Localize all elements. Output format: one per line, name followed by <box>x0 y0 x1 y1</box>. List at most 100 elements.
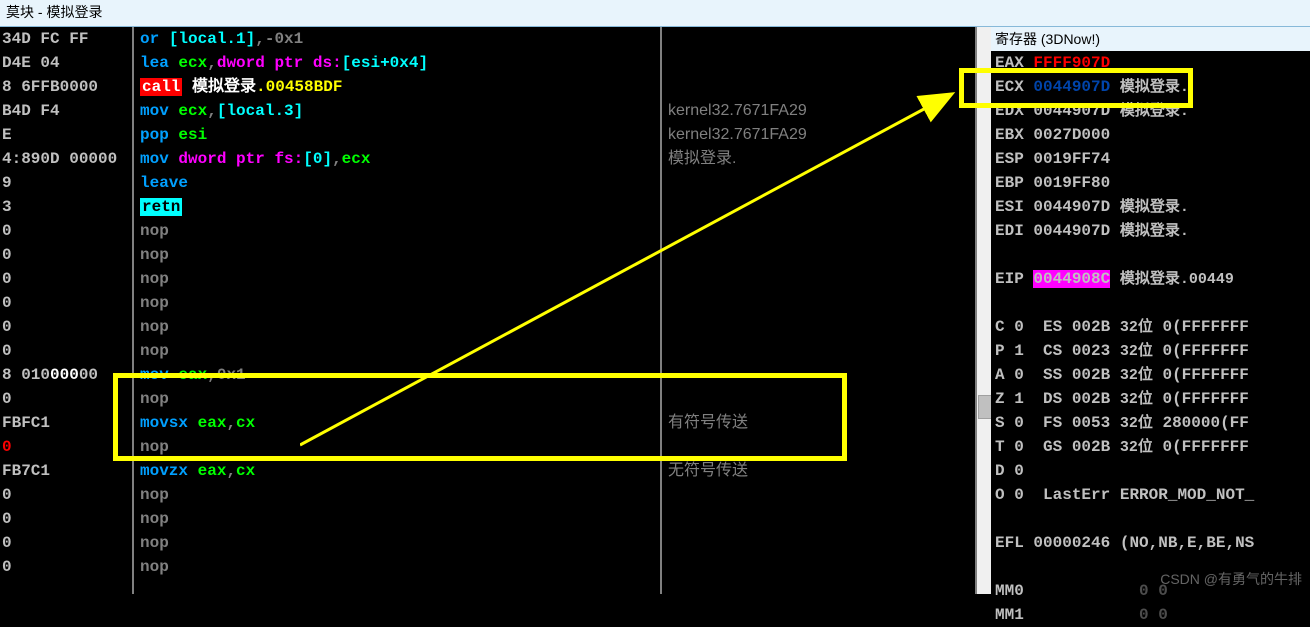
bytes-cell: 0 <box>2 243 132 267</box>
comment-cell <box>668 195 975 219</box>
reg-mm1[interactable]: MM1 0 0 <box>995 603 1310 627</box>
reg-eip[interactable]: EIP 0044908C 模拟登录.00449 <box>995 267 1310 291</box>
asm-cell[interactable]: movsx eax,cx <box>140 411 660 435</box>
reg-edx[interactable]: EDX 0044907D 模拟登录. <box>995 99 1310 123</box>
reg-edi[interactable]: EDI 0044907D 模拟登录. <box>995 219 1310 243</box>
asm-cell[interactable]: pop esi <box>140 123 660 147</box>
reg-line[interactable] <box>995 291 1310 315</box>
bytes-cell: E <box>2 123 132 147</box>
bytes-cell: D4E 04 <box>2 51 132 75</box>
asm-cell[interactable]: nop <box>140 339 660 363</box>
asm-cell[interactable]: lea ecx,dword ptr ds:[esi+0x4] <box>140 51 660 75</box>
comment-cell: 无符号传送 <box>668 459 975 483</box>
bytes-cell: 8 6FFB0000 <box>2 75 132 99</box>
bytes-cell: 0 <box>2 555 132 579</box>
asm-cell[interactable]: movzx eax,cx <box>140 459 660 483</box>
scrollbar-thumb[interactable] <box>978 395 992 419</box>
comment-cell <box>668 243 975 267</box>
reg-ebp[interactable]: EBP 0019FF80 <box>995 171 1310 195</box>
reg-efl[interactable]: EFL 00000246 (NO,NB,E,BE,NS <box>995 531 1310 555</box>
bytes-cell: 0 <box>2 507 132 531</box>
reg-esi[interactable]: ESI 0044907D 模拟登录. <box>995 195 1310 219</box>
bytes-cell: 0 <box>2 387 132 411</box>
asm-cell[interactable]: nop <box>140 435 660 459</box>
reg-eax[interactable]: EAX FFFF907D <box>995 51 1310 75</box>
flag-s[interactable]: S 0 FS 0053 32位 280000(FF <box>995 411 1310 435</box>
comment-cell <box>668 171 975 195</box>
asm-cell[interactable]: nop <box>140 483 660 507</box>
comment-cell <box>668 75 975 99</box>
registers-wrapper: 寄存器 (3DNow!) EAX FFFF907DECX 0044907D 模拟… <box>977 27 1310 594</box>
bytes-cell: 0 <box>2 435 132 459</box>
bytes-cell: 0 <box>2 291 132 315</box>
flag-t[interactable]: T 0 GS 002B 32位 0(FFFFFFF <box>995 435 1310 459</box>
asm-cell[interactable]: nop <box>140 315 660 339</box>
scrollbar[interactable] <box>977 27 991 594</box>
bytes-cell: FBFC1 <box>2 411 132 435</box>
bytes-cell: 3 <box>2 195 132 219</box>
bytes-cell: 0 <box>2 483 132 507</box>
bytes-cell: 34D FC FF <box>2 27 132 51</box>
flag-o[interactable]: O 0 LastErr ERROR_MOD_NOT_ <box>995 483 1310 507</box>
bytes-cell: B4D F4 <box>2 99 132 123</box>
reg-esp[interactable]: ESP 0019FF74 <box>995 147 1310 171</box>
comment-cell <box>668 339 975 363</box>
registers-title: 寄存器 (3DNow!) <box>991 27 1310 51</box>
asm-cell[interactable]: nop <box>140 387 660 411</box>
comment-cell <box>668 531 975 555</box>
asm-cell[interactable]: mov dword ptr fs:[0],ecx <box>140 147 660 171</box>
watermark: CSDN @有勇气的牛排 <box>1160 569 1302 589</box>
asm-cell[interactable]: or [local.1],-0x1 <box>140 27 660 51</box>
asm-cell[interactable]: mov eax,0x1 <box>140 363 660 387</box>
registers-panel[interactable]: 寄存器 (3DNow!) EAX FFFF907DECX 0044907D 模拟… <box>991 27 1310 594</box>
comment-cell <box>668 51 975 75</box>
asm-cell[interactable]: leave <box>140 171 660 195</box>
comment-cell <box>668 387 975 411</box>
comment-cell <box>668 363 975 387</box>
asm-column: or [local.1],-0x1lea ecx,dword ptr ds:[e… <box>134 27 662 594</box>
asm-cell[interactable]: nop <box>140 219 660 243</box>
asm-cell[interactable]: retn <box>140 195 660 219</box>
bytes-cell: 0 <box>2 219 132 243</box>
asm-cell[interactable]: nop <box>140 507 660 531</box>
comment-column: kernel32.7671FA29kernel32.7671FA29模拟登录.有… <box>662 27 975 594</box>
bytes-cell: 0 <box>2 267 132 291</box>
comment-cell <box>668 435 975 459</box>
reg-line[interactable] <box>995 507 1310 531</box>
asm-cell[interactable]: nop <box>140 531 660 555</box>
comment-cell: 有符号传送 <box>668 411 975 435</box>
reg-ecx[interactable]: ECX 0044907D 模拟登录. <box>995 75 1310 99</box>
comment-cell <box>668 291 975 315</box>
comment-cell <box>668 27 975 51</box>
flag-z[interactable]: Z 1 DS 002B 32位 0(FFFFFFF <box>995 387 1310 411</box>
comment-cell <box>668 267 975 291</box>
asm-cell[interactable]: call 模拟登录.00458BDF <box>140 75 660 99</box>
window-title: 莫块 - 模拟登录 <box>0 0 1310 27</box>
asm-cell[interactable]: nop <box>140 555 660 579</box>
main-area: 34D FC FFD4E 048 6FFB0000B4D F4E4:890D 0… <box>0 27 1310 594</box>
comment-cell <box>668 315 975 339</box>
flag-d[interactable]: D 0 <box>995 459 1310 483</box>
comment-cell: 模拟登录. <box>668 147 975 171</box>
asm-cell[interactable]: nop <box>140 291 660 315</box>
flag-p[interactable]: P 1 CS 0023 32位 0(FFFFFFF <box>995 339 1310 363</box>
asm-cell[interactable]: nop <box>140 267 660 291</box>
bytes-cell: 4:890D 00000 <box>2 147 132 171</box>
bytes-cell: 0 <box>2 339 132 363</box>
bytes-cell: 8 01000000 <box>2 363 132 387</box>
flag-c[interactable]: C 0 ES 002B 32位 0(FFFFFFF <box>995 315 1310 339</box>
comment-cell <box>668 507 975 531</box>
disassembly-panel[interactable]: 34D FC FFD4E 048 6FFB0000B4D F4E4:890D 0… <box>0 27 977 594</box>
bytes-cell: FB7C1 <box>2 459 132 483</box>
comment-cell <box>668 483 975 507</box>
asm-cell[interactable]: nop <box>140 243 660 267</box>
comment-cell: kernel32.7671FA29 <box>668 99 975 123</box>
asm-cell[interactable]: mov ecx,[local.3] <box>140 99 660 123</box>
reg-ebx[interactable]: EBX 0027D000 <box>995 123 1310 147</box>
bytes-cell: 9 <box>2 171 132 195</box>
bytes-cell: 0 <box>2 531 132 555</box>
flag-a[interactable]: A 0 SS 002B 32位 0(FFFFFFF <box>995 363 1310 387</box>
comment-cell <box>668 555 975 579</box>
bytes-cell: 0 <box>2 315 132 339</box>
reg-line[interactable] <box>995 243 1310 267</box>
